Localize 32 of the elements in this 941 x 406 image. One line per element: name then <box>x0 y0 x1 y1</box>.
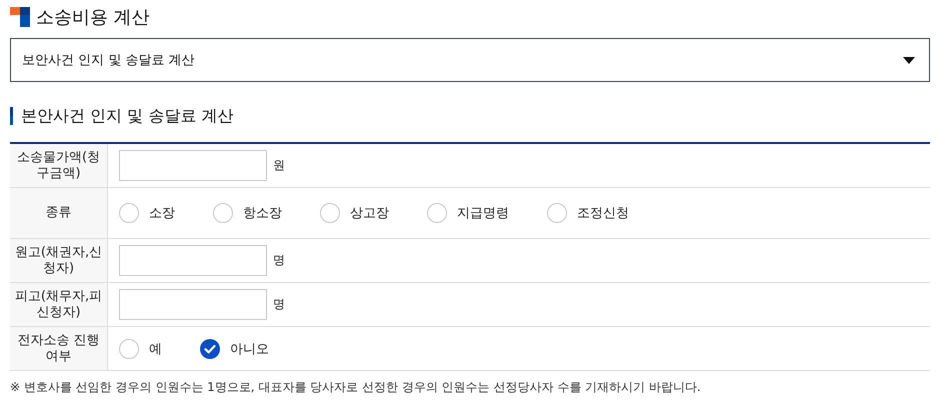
radio-option[interactable]: 소장 <box>119 203 175 223</box>
radio-icon[interactable] <box>119 338 139 358</box>
row-label: 피고(채무자,피신청자) <box>10 283 108 326</box>
square-logo-icon <box>10 7 30 27</box>
radio-option[interactable]: 항소장 <box>213 203 282 223</box>
input-field[interactable] <box>119 150 267 181</box>
unit-label: 원 <box>273 157 285 174</box>
select-dropdown[interactable]: 보안사건 인지 및 송달료 계산 <box>10 38 930 82</box>
note-text: ※ 변호사를 선임한 경우의 인원수는 1명으로, 대표자를 당사자로 선정한 경우의 인원수는 선정당사자 수를 기재하시기 바랍니다. <box>10 379 702 396</box>
radio-icon[interactable] <box>119 203 139 223</box>
section-title: 본안사건 인지 및 송달료 계산 <box>21 106 234 126</box>
radio-option[interactable]: 지급명령 <box>427 203 509 223</box>
radio-option[interactable]: 상고장 <box>320 203 389 223</box>
section-marker <box>10 107 13 125</box>
row-label: 원고(채권자,신청자) <box>10 239 108 282</box>
input-field[interactable] <box>119 289 267 320</box>
radio-icon[interactable] <box>427 203 447 223</box>
radio-option[interactable]: 조정신청 <box>547 203 629 223</box>
row-label: 종류 <box>10 188 108 238</box>
page-title: 소송비용 계산 <box>36 6 150 29</box>
radio-icon[interactable] <box>547 203 567 223</box>
caret-icon <box>903 56 915 64</box>
radio-icon[interactable] <box>213 203 233 223</box>
row-label: 전자소송 진행여부 <box>10 327 108 370</box>
checked-radio-icon[interactable] <box>200 338 220 358</box>
unit-label: 명 <box>273 252 285 269</box>
row-label: 소송물가액(청구금액) <box>10 144 108 187</box>
radio-option[interactable]: 아니오 <box>200 338 269 358</box>
radio-option[interactable]: 예 <box>119 338 162 358</box>
unit-label: 명 <box>273 296 285 313</box>
radio-icon[interactable] <box>320 203 340 223</box>
input-field[interactable] <box>119 245 267 276</box>
